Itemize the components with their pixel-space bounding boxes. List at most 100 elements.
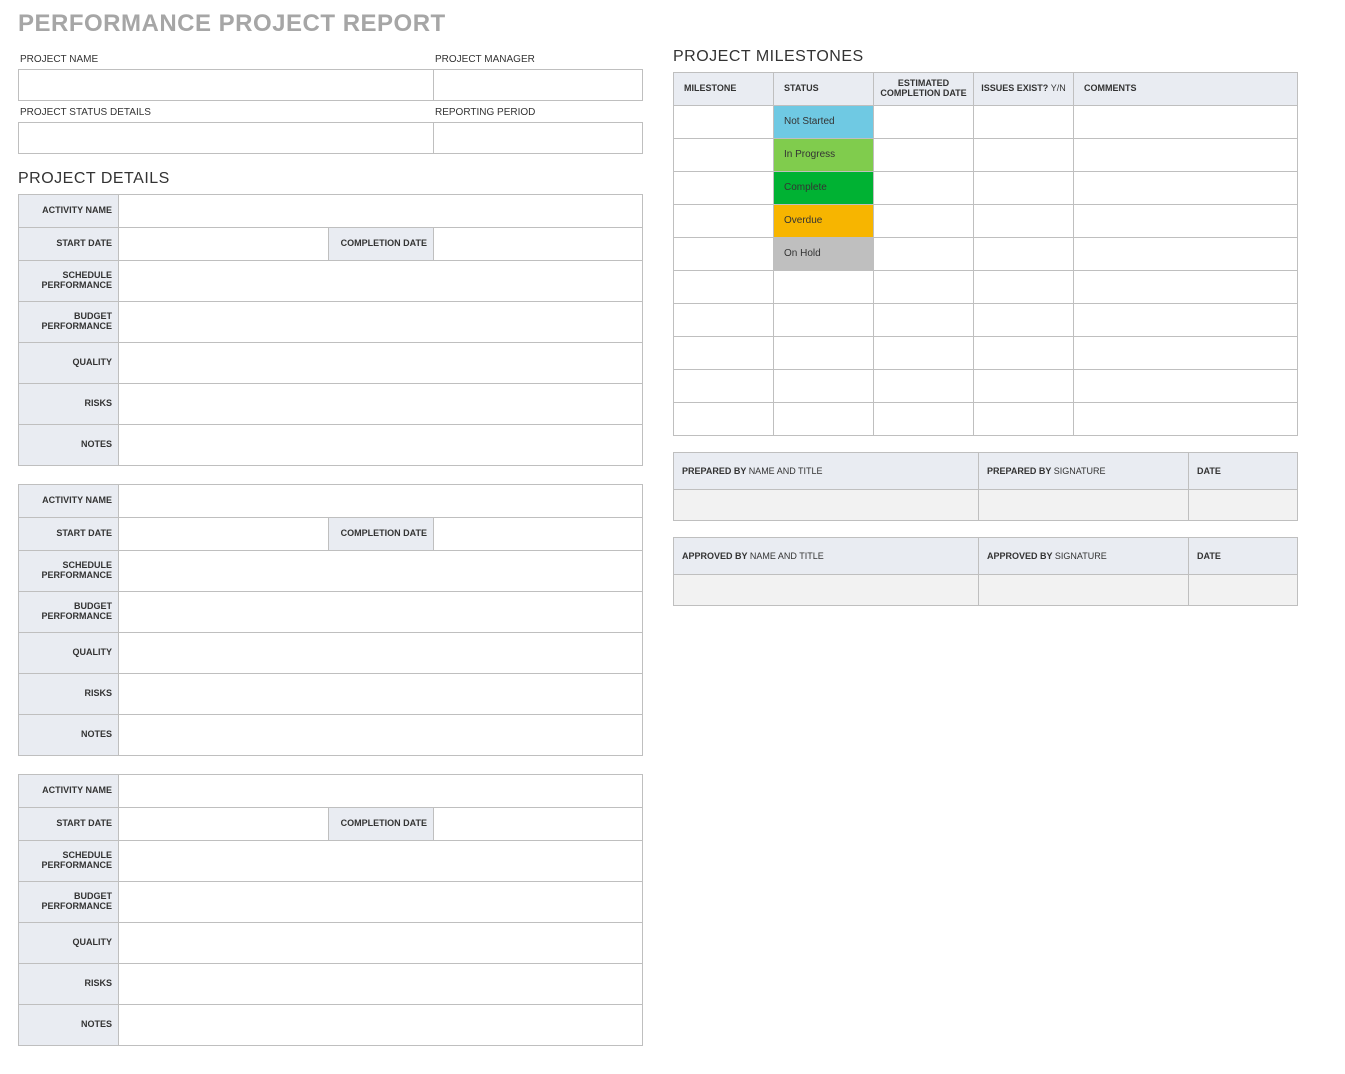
field-milestone-date[interactable] (874, 270, 974, 303)
field-milestone-date[interactable] (874, 237, 974, 270)
field-risks[interactable] (119, 384, 643, 425)
field-milestone-comments[interactable] (1074, 138, 1298, 171)
field-reporting-period[interactable] (433, 122, 643, 154)
field-milestone-issues[interactable] (974, 402, 1074, 435)
field-milestone-date[interactable] (874, 303, 974, 336)
field-start-date[interactable] (119, 228, 329, 261)
field-milestone-status[interactable]: Not Started (774, 105, 874, 138)
field-milestone-comments[interactable] (1074, 105, 1298, 138)
field-activity-name[interactable] (119, 775, 643, 808)
field-milestone-comments[interactable] (1074, 171, 1298, 204)
field-project-manager[interactable] (433, 69, 643, 101)
field-status-details[interactable] (18, 122, 433, 154)
field-completion-date[interactable] (434, 228, 643, 261)
field-milestone-name[interactable] (674, 204, 774, 237)
field-risks[interactable] (119, 674, 643, 715)
field-schedule-performance[interactable] (119, 551, 643, 592)
field-milestone-name[interactable] (674, 336, 774, 369)
field-milestone-name[interactable] (674, 369, 774, 402)
field-milestone-name[interactable] (674, 237, 774, 270)
label-reporting-period: REPORTING PERIOD (433, 101, 643, 122)
field-milestone-issues[interactable] (974, 138, 1074, 171)
field-milestone-name[interactable] (674, 303, 774, 336)
field-budget-performance[interactable] (119, 302, 643, 343)
field-milestone-status[interactable] (774, 402, 874, 435)
field-milestone-comments[interactable] (1074, 336, 1298, 369)
label-project-name: PROJECT NAME (18, 48, 433, 69)
field-milestone-name[interactable] (674, 402, 774, 435)
label-schedule-performance: SCHEDULE PERFORMANCE (19, 841, 119, 882)
field-prepared-by-signature[interactable] (979, 489, 1189, 520)
field-project-name[interactable] (18, 69, 433, 101)
field-milestone-issues[interactable] (974, 171, 1074, 204)
field-milestone-date[interactable] (874, 402, 974, 435)
field-notes[interactable] (119, 425, 643, 466)
field-milestone-issues[interactable] (974, 204, 1074, 237)
approved-by-table: APPROVED BY NAME AND TITLE APPROVED BY S… (673, 537, 1298, 606)
field-start-date[interactable] (119, 808, 329, 841)
field-schedule-performance[interactable] (119, 261, 643, 302)
field-start-date[interactable] (119, 518, 329, 551)
field-notes[interactable] (119, 715, 643, 756)
field-budget-performance[interactable] (119, 882, 643, 923)
field-notes[interactable] (119, 1005, 643, 1046)
field-milestone-status[interactable] (774, 336, 874, 369)
milestone-row: Complete (674, 171, 1298, 204)
field-activity-name[interactable] (119, 195, 643, 228)
field-milestone-name[interactable] (674, 171, 774, 204)
field-milestone-status[interactable] (774, 369, 874, 402)
field-quality[interactable] (119, 343, 643, 384)
label-completion-date: COMPLETION DATE (329, 808, 434, 841)
field-quality[interactable] (119, 923, 643, 964)
field-completion-date[interactable] (434, 518, 643, 551)
field-budget-performance[interactable] (119, 592, 643, 633)
label-budget-performance: BUDGET PERFORMANCE (19, 592, 119, 633)
milestone-row (674, 336, 1298, 369)
field-quality[interactable] (119, 633, 643, 674)
field-activity-name[interactable] (119, 485, 643, 518)
field-milestone-status[interactable] (774, 303, 874, 336)
field-schedule-performance[interactable] (119, 841, 643, 882)
field-milestone-date[interactable] (874, 336, 974, 369)
field-milestone-name[interactable] (674, 105, 774, 138)
field-prepared-by-name[interactable] (674, 489, 979, 520)
field-milestone-date[interactable] (874, 138, 974, 171)
field-milestone-comments[interactable] (1074, 303, 1298, 336)
field-milestone-issues[interactable] (974, 369, 1074, 402)
label-activity-name: ACTIVITY NAME (19, 195, 119, 228)
field-milestone-status[interactable]: In Progress (774, 138, 874, 171)
field-milestone-issues[interactable] (974, 105, 1074, 138)
field-milestone-issues[interactable] (974, 237, 1074, 270)
field-prepared-by-date[interactable] (1189, 489, 1298, 520)
field-approved-by-date[interactable] (1189, 574, 1298, 605)
field-milestone-date[interactable] (874, 171, 974, 204)
label-schedule-performance: SCHEDULE PERFORMANCE (19, 551, 119, 592)
field-milestone-status[interactable] (774, 270, 874, 303)
field-milestone-issues[interactable] (974, 270, 1074, 303)
field-milestone-comments[interactable] (1074, 402, 1298, 435)
label-status-details: PROJECT STATUS DETAILS (18, 101, 433, 122)
milestone-row: Overdue (674, 204, 1298, 237)
activity-table: ACTIVITY NAME START DATE COMPLETION DATE… (18, 774, 643, 1046)
section-project-details: PROJECT DETAILS (18, 170, 643, 188)
field-milestone-issues[interactable] (974, 336, 1074, 369)
field-completion-date[interactable] (434, 808, 643, 841)
field-milestone-status[interactable]: Complete (774, 171, 874, 204)
field-milestone-name[interactable] (674, 138, 774, 171)
field-milestone-comments[interactable] (1074, 237, 1298, 270)
field-approved-by-signature[interactable] (979, 574, 1189, 605)
field-milestone-comments[interactable] (1074, 204, 1298, 237)
field-milestone-issues[interactable] (974, 303, 1074, 336)
field-risks[interactable] (119, 964, 643, 1005)
field-milestone-name[interactable] (674, 270, 774, 303)
field-milestone-status[interactable]: On Hold (774, 237, 874, 270)
label-completion-date: COMPLETION DATE (329, 228, 434, 261)
field-milestone-comments[interactable] (1074, 369, 1298, 402)
field-milestone-status[interactable]: Overdue (774, 204, 874, 237)
label-project-manager: PROJECT MANAGER (433, 48, 643, 69)
field-milestone-date[interactable] (874, 369, 974, 402)
field-milestone-date[interactable] (874, 105, 974, 138)
field-milestone-comments[interactable] (1074, 270, 1298, 303)
field-milestone-date[interactable] (874, 204, 974, 237)
field-approved-by-name[interactable] (674, 574, 979, 605)
